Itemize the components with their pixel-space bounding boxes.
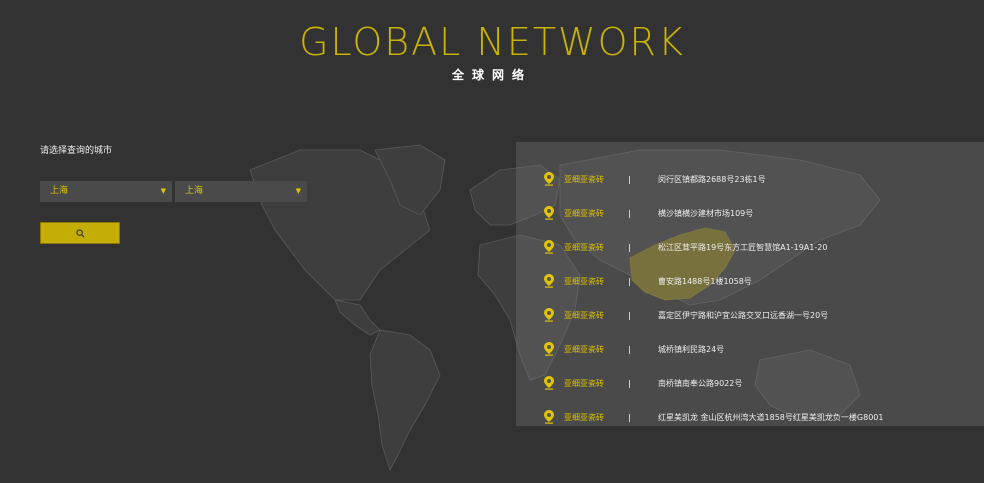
store-address: 红星美凯龙 金山区杭州湾大道1858号红星美凯龙负一楼G8001 [658,413,884,422]
location-pin-icon [544,240,554,254]
city-prompt-label: 请选择查询的城市 [40,146,113,156]
page-title: GLOBAL NETWORK [299,20,685,64]
row-separator [629,312,630,320]
store-brand[interactable]: 亚细亚瓷砖 [564,340,604,360]
store-brand[interactable]: 亚细亚瓷砖 [564,238,604,258]
store-brand[interactable]: 亚细亚瓷砖 [564,374,604,394]
store-row[interactable]: 亚细亚瓷砖 闵行区镇都路2688号23栋1号 [516,170,984,190]
store-row[interactable]: 亚细亚瓷砖 松江区茸平路19号东方工匠智慧馆A1-19A1-20 [516,238,984,258]
store-brand[interactable]: 亚细亚瓷砖 [564,204,604,224]
store-brand[interactable]: 亚细亚瓷砖 [564,272,604,292]
store-row[interactable]: 亚细亚瓷砖 红星美凯龙 金山区杭州湾大道1858号红星美凯龙负一楼G8001 [516,408,984,428]
store-row[interactable]: 亚细亚瓷砖 嘉定区伊宁路和沪宜公路交叉口远香湖一号20号 [516,306,984,326]
location-pin-icon [544,172,554,186]
city-select[interactable]: 上海 ▼ [175,181,307,202]
south-america [369,329,441,472]
store-brand[interactable]: 亚细亚瓷砖 [564,170,604,190]
store-address: 横沙镇横沙建材市场109号 [658,209,754,218]
row-separator [629,414,630,422]
location-pin-icon [544,206,554,220]
page-subtitle: 全球网络 [451,68,532,82]
row-separator [629,176,630,184]
search-icon [75,228,84,237]
row-separator [629,278,630,286]
location-pin-icon [544,342,554,356]
store-brand[interactable]: 亚细亚瓷砖 [564,408,604,428]
store-row[interactable]: 亚细亚瓷砖 南桥镇南奉公路9022号 [516,374,984,394]
central-america [334,299,381,336]
caret-down-icon: ▼ [160,187,166,195]
store-address: 嘉定区伊宁路和沪宜公路交叉口远香湖一号20号 [658,311,829,320]
row-separator [629,380,630,388]
search-button[interactable] [40,222,120,244]
store-address: 城桥镇利民路24号 [658,345,725,354]
store-brand[interactable]: 亚细亚瓷砖 [564,306,604,326]
store-address: 闵行区镇都路2688号23栋1号 [658,175,766,184]
row-separator [629,210,630,218]
location-pin-icon [544,410,554,424]
province-select[interactable]: 上海 ▼ [40,181,172,202]
location-pin-icon [544,308,554,322]
city-select-value: 上海 [185,186,204,196]
row-separator [629,244,630,252]
province-select-value: 上海 [50,186,69,196]
store-row[interactable]: 亚细亚瓷砖 城桥镇利民路24号 [516,340,984,360]
store-row[interactable]: 亚细亚瓷砖 曹安路1488号1楼1058号 [516,272,984,292]
store-row[interactable]: 亚细亚瓷砖 横沙镇横沙建材市场109号 [516,204,984,224]
store-list-panel: 亚细亚瓷砖 闵行区镇都路2688号23栋1号 亚细亚瓷砖 横沙镇横沙建材市场109号亚… [516,142,984,426]
row-separator [629,346,630,354]
location-pin-icon [544,274,554,288]
location-pin-icon [544,376,554,390]
store-address: 曹安路1488号1楼1058号 [658,277,752,286]
store-address: 南桥镇南奉公路9022号 [658,379,743,388]
store-address: 松江区茸平路19号东方工匠智慧馆A1-19A1-20 [658,243,828,252]
caret-down-icon: ▼ [295,187,301,195]
